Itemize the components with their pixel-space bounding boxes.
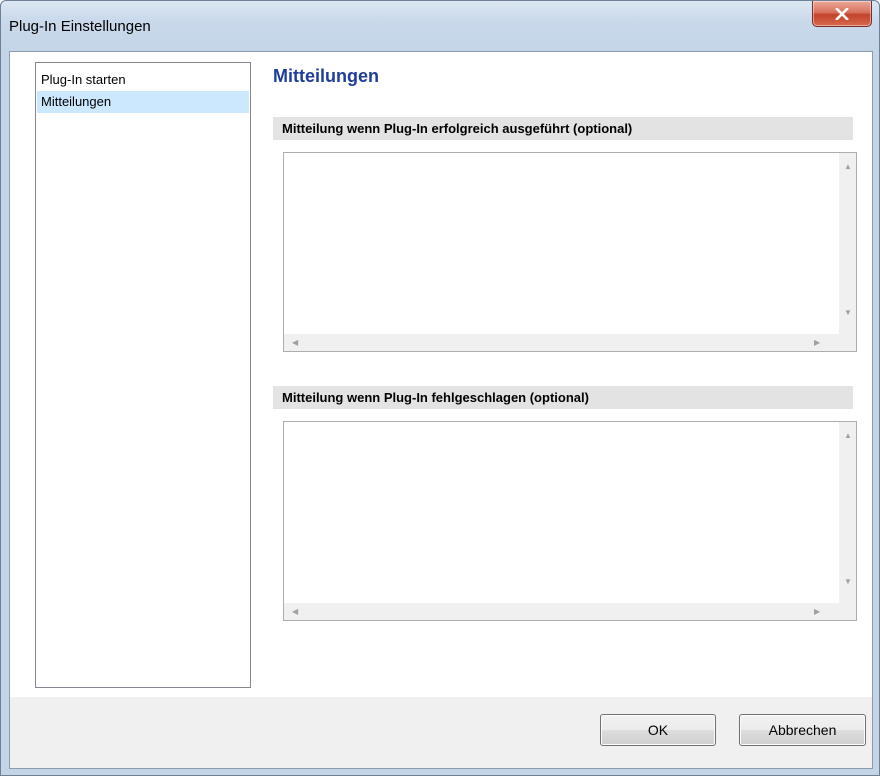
- close-button[interactable]: [812, 1, 872, 27]
- settings-nav-list: Plug-In starten Mitteilungen: [35, 62, 251, 688]
- horizontal-scrollbar[interactable]: ◀ ▶: [284, 334, 839, 351]
- scroll-down-icon[interactable]: ▼: [844, 578, 852, 586]
- dialog-content: Plug-In starten Mitteilungen Mitteilunge…: [9, 51, 873, 769]
- ok-button[interactable]: OK: [600, 714, 716, 746]
- vertical-scrollbar[interactable]: ▲ ▼: [839, 422, 856, 603]
- scroll-corner: [839, 334, 856, 351]
- close-icon: [835, 7, 849, 20]
- scroll-left-icon[interactable]: ◀: [292, 339, 298, 347]
- button-bar: OK Abbrechen: [10, 697, 872, 768]
- nav-item-mitteilungen[interactable]: Mitteilungen: [37, 91, 249, 113]
- horizontal-scrollbar[interactable]: ◀ ▶: [284, 603, 839, 620]
- window-title: Plug-In Einstellungen: [9, 18, 151, 35]
- failure-message-header: Mitteilung wenn Plug-In fehlgeschlagen (…: [273, 386, 853, 409]
- dialog-window: Plug-In Einstellungen Plug-In starten Mi…: [0, 0, 880, 776]
- nav-item-plugin-starten[interactable]: Plug-In starten: [37, 69, 249, 91]
- success-message-textbox[interactable]: ▲ ▼ ◀ ▶: [283, 152, 857, 352]
- scroll-up-icon[interactable]: ▲: [844, 163, 852, 171]
- scroll-right-icon[interactable]: ▶: [814, 608, 820, 616]
- failure-message-textbox[interactable]: ▲ ▼ ◀ ▶: [283, 421, 857, 621]
- scroll-up-icon[interactable]: ▲: [844, 432, 852, 440]
- title-bar: Plug-In Einstellungen: [1, 1, 879, 51]
- scroll-down-icon[interactable]: ▼: [844, 309, 852, 317]
- scroll-left-icon[interactable]: ◀: [292, 608, 298, 616]
- success-message-header: Mitteilung wenn Plug-In erfolgreich ausg…: [273, 117, 853, 140]
- vertical-scrollbar[interactable]: ▲ ▼: [839, 153, 856, 334]
- cancel-button[interactable]: Abbrechen: [739, 714, 866, 746]
- scroll-right-icon[interactable]: ▶: [814, 339, 820, 347]
- scroll-corner: [839, 603, 856, 620]
- page-title: Mitteilungen: [273, 66, 379, 86]
